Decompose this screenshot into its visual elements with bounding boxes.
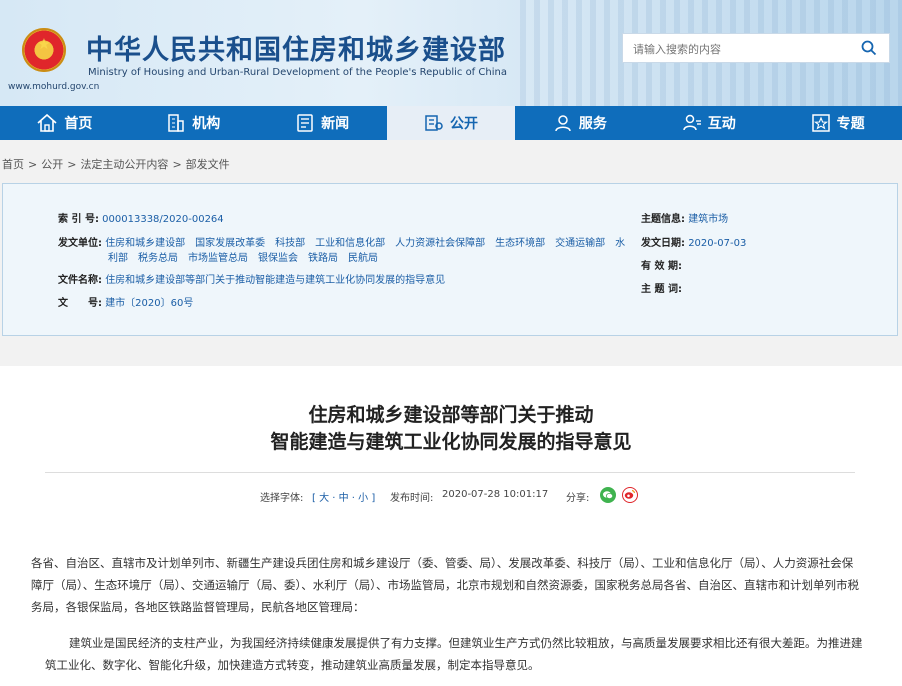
docno-row: 文 号: 建市〔2020〕60号 (58, 294, 193, 309)
title-divider (45, 472, 855, 473)
issuer-value-line2: 利部 税务总局 市场监管总局 银保监会 铁路局 民航局 (108, 253, 378, 264)
home-icon (37, 113, 57, 132)
site-url: www.mohurd.gov.cn (8, 82, 100, 92)
topic-label: 主题信息: (641, 214, 685, 225)
article-title-line1: 住房和城乡建设部等部门关于推动 (308, 404, 594, 426)
site-header: ★ 中华人民共和国住房和城乡建设部 Ministry of Housing an… (0, 0, 902, 106)
site-title[interactable]: 中华人民共和国住房和城乡建设部 (86, 28, 506, 67)
national-emblem-icon: ★ (22, 28, 66, 72)
nav-label-news: 新闻 (321, 116, 350, 132)
recipients-paragraph: 各省、自治区、直辖市及计划单列市、新疆生产建设兵团住房和城乡建设厅（委、管委、局… (31, 556, 859, 614)
breadcrumb-disclosure[interactable]: 公开 (41, 158, 63, 171)
issuer-label: 发文单位: (58, 238, 102, 249)
font-size-label: 选择字体: (260, 493, 304, 504)
index-label: 索 引 号: (58, 214, 99, 225)
breadcrumb: 首页 > 公开 > 法定主动公开内容 > 部发文件 (2, 158, 230, 171)
nav-item-disclosure[interactable]: 公开 (386, 106, 516, 140)
article-panel: 住房和城乡建设部等部门关于推动 智能建造与建筑工业化协同发展的指导意见 选择字体… (0, 366, 902, 686)
topic-value: 建筑市场 (688, 214, 729, 225)
date-row: 发文日期: 2020-07-03 (641, 234, 746, 249)
nav-item-agencies[interactable]: 机构 (129, 106, 258, 140)
topic-icon (811, 114, 830, 132)
topic-row: 主题信息: 建筑市场 (641, 210, 728, 225)
filename-label: 文件名称: (58, 275, 102, 286)
docno-label: 文 号: (58, 298, 102, 309)
search-icon (861, 40, 877, 56)
site-subtitle: Ministry of Housing and Urban-Rural Deve… (88, 67, 507, 78)
keywords-label: 主 题 词: (641, 284, 682, 295)
breadcrumb-statutory[interactable]: 法定主动公开内容 (80, 158, 168, 171)
wechat-share-icon[interactable] (600, 487, 616, 503)
body-paragraph-1: 建筑业是国民经济的支柱产业，为我国经济持续健康发展提供了有力支撑。但建筑业生产方… (45, 636, 863, 672)
issuer-value-line1: 住房和城乡建设部 国家发展改革委 科技部 工业和信息化部 人力资源社会保障部 生… (105, 238, 626, 249)
publish-time-label: 发布时间: (390, 493, 434, 504)
nav-label-disclosure: 公开 (450, 116, 478, 132)
nav-item-topic[interactable]: 专题 (773, 106, 902, 140)
font-size-selector[interactable]: [ 大 · 中 · 小 ] (312, 489, 375, 504)
docno-value: 建市〔2020〕60号 (105, 298, 194, 309)
service-icon (555, 115, 571, 132)
issuer-row-2: 利部 税务总局 市场监管总局 银保监会 铁路局 民航局 (108, 249, 378, 264)
article-title-line2: 智能建造与建筑工业化协同发展的指导意见 (270, 431, 632, 453)
nav-item-interaction[interactable]: 互动 (644, 106, 773, 140)
search-input[interactable] (631, 38, 845, 60)
filename-value: 住房和城乡建设部等部门关于推动智能建造与建筑工业化协同发展的指导意见 (105, 275, 446, 286)
nav-label-service: 服务 (578, 116, 607, 132)
building-icon (168, 114, 185, 132)
breadcrumb-documents[interactable]: 部发文件 (186, 158, 230, 171)
document-info-box: 索 引 号: 000013338/2020-00264 发文单位: 住房和城乡建… (2, 183, 898, 336)
nav-label-agencies: 机构 (192, 116, 221, 132)
keywords-row: 主 题 词: (641, 280, 682, 295)
breadcrumb-home[interactable]: 首页 (2, 158, 24, 171)
validity-label: 有 效 期: (641, 261, 682, 272)
search-button[interactable] (849, 34, 889, 62)
index-row: 索 引 号: 000013338/2020-00264 (58, 210, 224, 225)
filename-row: 文件名称: 住房和城乡建设部等部门关于推动智能建造与建筑工业化协同发展的指导意见 (58, 271, 445, 286)
main-nav: 首页 机构 新闻 公开 服务 互动 专题 (0, 106, 902, 140)
weibo-share-icon[interactable] (622, 487, 638, 503)
nav-label-topic: 专题 (836, 116, 865, 132)
news-icon (297, 114, 313, 132)
share-label: 分享: (566, 493, 590, 504)
nav-item-home[interactable]: 首页 (0, 106, 129, 140)
nav-label-interaction: 互动 (707, 116, 736, 132)
interaction-icon (682, 114, 701, 131)
disclosure-icon (425, 115, 443, 131)
date-label: 发文日期: (641, 238, 685, 249)
index-value: 000013338/2020-00264 (102, 214, 224, 225)
nav-item-service[interactable]: 服务 (515, 106, 644, 140)
nav-item-news[interactable]: 新闻 (258, 106, 387, 140)
nav-label-home: 首页 (64, 116, 93, 132)
issuer-row: 发文单位: 住房和城乡建设部 国家发展改革委 科技部 工业和信息化部 人力资源社… (58, 234, 625, 249)
publish-time-value: 2020-07-28 10:01:17 (442, 489, 549, 500)
search-box (622, 33, 890, 63)
validity-row: 有 效 期: (641, 257, 682, 272)
date-value: 2020-07-03 (688, 238, 747, 249)
